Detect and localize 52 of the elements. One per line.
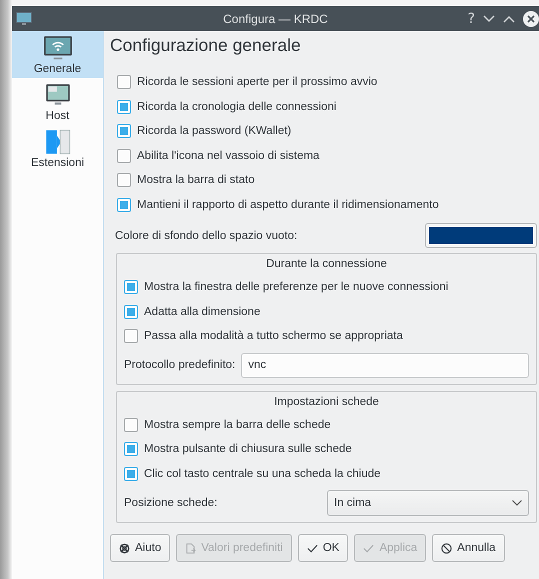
checkbox[interactable] xyxy=(124,442,138,456)
lifebuoy-icon xyxy=(119,542,130,554)
checkbox[interactable] xyxy=(124,304,138,319)
chevron-down-icon xyxy=(512,500,522,506)
checkbox-label: Mostra pulsante di chiusura sulle schede xyxy=(144,443,352,456)
minimize-icon[interactable] xyxy=(483,14,495,22)
sidebar-item[interactable]: Estensioni xyxy=(12,125,103,172)
checkbox[interactable] xyxy=(117,148,131,163)
close-icon[interactable] xyxy=(523,10,539,26)
window-title: Configura — KRDC xyxy=(223,12,328,26)
dialog-button[interactable]: Aiuto xyxy=(110,534,170,562)
checkbox[interactable] xyxy=(117,173,131,188)
checkbox-label: Adatta alla dimensione xyxy=(144,306,260,318)
checkbox-label: Mostra la finestra delle preferenze per le nuove connessioni xyxy=(144,281,448,294)
checkbox[interactable] xyxy=(117,100,131,114)
checkbox-label: Ricorda la cronologia delle connessioni xyxy=(137,100,336,113)
cancel-icon xyxy=(441,542,452,554)
checkbox-label: Ricorda le sessioni aperte per il prossimo avvio xyxy=(137,76,378,88)
checkbox-label: Mantieni il rapporto di aspetto durante il ridimensionamento xyxy=(137,198,439,211)
checkmark-icon xyxy=(306,542,318,554)
input-field[interactable]: vnc xyxy=(241,352,529,378)
checkmark-icon xyxy=(363,542,374,554)
dialog-button[interactable]: Annulla xyxy=(432,534,505,562)
sidebar-item[interactable]: Host xyxy=(12,78,103,125)
checkbox[interactable] xyxy=(117,198,131,212)
checkbox-label: Mostra sempre la barra delle schede xyxy=(144,418,331,431)
help-button[interactable]: ? xyxy=(468,10,475,26)
checkbox-label: Passa alla modalità a tutto schermo se appropriata xyxy=(144,330,403,342)
field-label: Protocollo predefinito: xyxy=(124,359,236,371)
monitor-wifi-icon xyxy=(42,35,72,61)
color-picker-button[interactable] xyxy=(425,223,537,248)
document-icon xyxy=(185,542,196,554)
group-title: Impostazioni schede xyxy=(273,396,380,408)
checkbox-label: Clic col tasto centrale su una scheda la chiude xyxy=(144,468,381,480)
maximize-icon[interactable] xyxy=(503,14,515,22)
checkbox[interactable] xyxy=(124,329,138,344)
checkbox[interactable] xyxy=(124,466,138,481)
dialog-button[interactable]: OK xyxy=(298,534,348,562)
checkbox[interactable] xyxy=(117,75,131,90)
sidebar-item[interactable]: Generale xyxy=(12,31,103,78)
app-icon xyxy=(16,12,32,26)
checkbox[interactable] xyxy=(124,280,138,294)
page-heading: Configurazione generale xyxy=(110,35,302,56)
checkbox-label: Mostra la barra di stato xyxy=(137,174,255,186)
dropdown[interactable]: In cima xyxy=(327,490,529,516)
field-label: Posizione schede: xyxy=(124,497,218,509)
color-label: Colore di sfondo dello spazio vuoto: xyxy=(115,230,298,242)
checkbox-label: Ricorda la password (KWallet) xyxy=(137,125,292,138)
checkbox-label: Abilita l'icona nel vassoio di sistema xyxy=(137,150,320,162)
checkbox[interactable] xyxy=(124,418,138,432)
group-title: Durante la connessione xyxy=(265,258,388,270)
checkbox[interactable] xyxy=(117,124,131,138)
